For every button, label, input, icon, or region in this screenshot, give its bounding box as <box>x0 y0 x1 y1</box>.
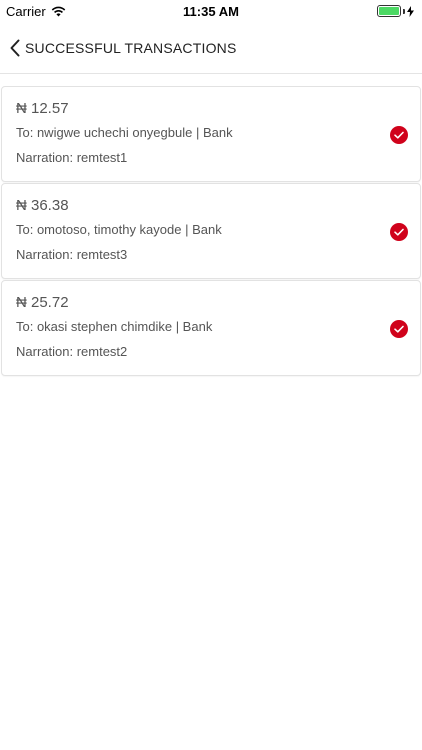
transaction-amount: ₦ 25.72 <box>16 294 69 311</box>
battery-cap <box>403 8 405 14</box>
page-title: SUCCESSFUL TRANSACTIONS <box>25 39 237 56</box>
clock: 11:35 AM <box>183 4 239 19</box>
transaction-recipient: To: nwigwe uchechi onyegbule | Bank <box>16 125 233 140</box>
success-check-icon <box>390 223 408 241</box>
transaction-narration: Narration: remtest2 <box>16 344 128 359</box>
battery-icon <box>377 5 401 17</box>
transaction-recipient: To: omotoso, timothy kayode | Bank <box>16 222 222 237</box>
charging-bolt-icon <box>407 5 414 17</box>
status-bar: Carrier 11:35 AM <box>0 0 422 22</box>
success-check-icon <box>390 320 408 338</box>
transaction-card[interactable]: ₦ 36.38 To: omotoso, timothy kayode | Ba… <box>1 183 421 279</box>
transaction-card[interactable]: ₦ 12.57 To: nwigwe uchechi onyegbule | B… <box>1 86 421 182</box>
battery-indicator <box>377 5 414 17</box>
transaction-card[interactable]: ₦ 25.72 To: okasi stephen chimdike | Ban… <box>1 280 421 376</box>
nav-bar: SUCCESSFUL TRANSACTIONS <box>0 22 422 74</box>
transaction-recipient: To: okasi stephen chimdike | Bank <box>16 319 213 334</box>
transaction-narration: Narration: remtest3 <box>16 247 128 262</box>
transaction-amount: ₦ 12.57 <box>16 100 69 117</box>
chevron-left-icon <box>10 39 20 56</box>
transaction-amount: ₦ 36.38 <box>16 197 69 214</box>
success-check-icon <box>390 126 408 144</box>
back-button[interactable] <box>0 39 21 57</box>
transaction-list: ₦ 12.57 To: nwigwe uchechi onyegbule | B… <box>1 86 421 377</box>
transaction-narration: Narration: remtest1 <box>16 150 128 165</box>
